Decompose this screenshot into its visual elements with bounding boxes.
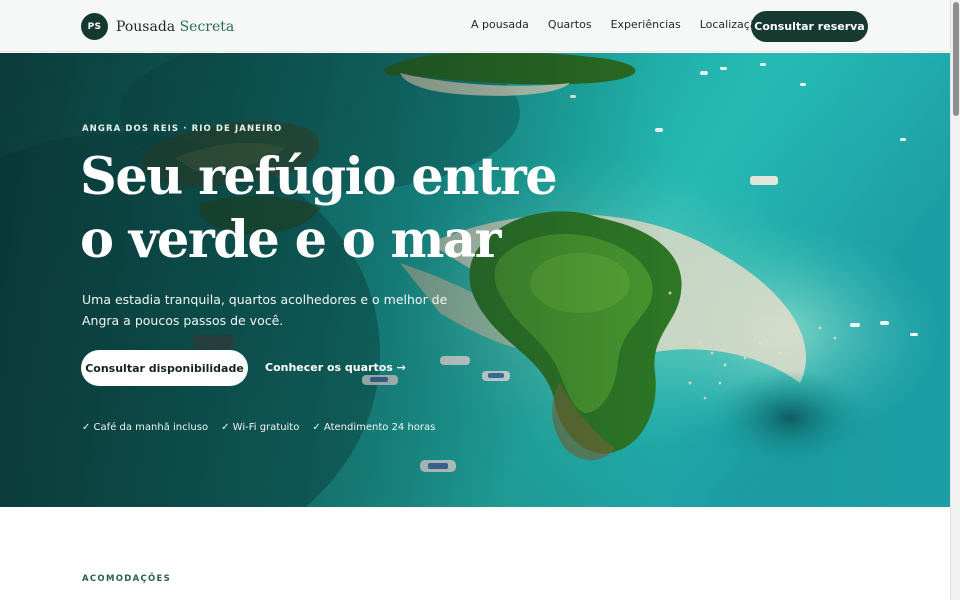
consultar-reserva-button[interactable]: Consultar reserva — [751, 11, 868, 42]
perk-atendimento: ✓ Atendimento 24 horas — [312, 422, 436, 433]
perk-wifi: ✓ Wi-Fi gratuito — [221, 422, 300, 433]
hero-title: Seu refúgio entre o verde e o mar — [80, 147, 558, 270]
accommodations-section-label: ACOMODAÇÕES — [82, 574, 172, 584]
nav-link-quartos[interactable]: Quartos — [548, 18, 592, 31]
brand-name-main: Pousada — [116, 18, 176, 35]
conhecer-quartos-link[interactable]: Conhecer os quartos → — [265, 361, 406, 374]
hero-section: ANGRA DOS REIS · RIO DE JANEIRO Seu refú… — [0, 53, 950, 507]
nav-link-experiencias[interactable]: Experiências — [611, 18, 681, 31]
site-header: PS Pousada Secreta A pousada Quartos Exp… — [0, 0, 950, 52]
main-nav: A pousada Quartos Experiências Localizaç… — [471, 18, 782, 31]
perk-cafe-da-manha: ✓ Café da manhã incluso — [82, 422, 209, 433]
hero-description: Uma estadia tranquila, quartos acolhedor… — [82, 292, 448, 328]
page-scrollbar[interactable] — [950, 0, 960, 600]
brand-logo[interactable]: PS Pousada Secreta — [81, 13, 234, 40]
brand-name: Pousada Secreta — [116, 19, 234, 35]
consultar-disponibilidade-button[interactable]: Consultar disponibilidade — [81, 350, 248, 386]
hero-overlay — [0, 53, 950, 507]
logo-badge: PS — [81, 13, 108, 40]
hero-eyebrow-location: ANGRA DOS REIS · RIO DE JANEIRO — [82, 124, 283, 134]
brand-name-accent: Secreta — [179, 18, 235, 35]
scrollbar-thumb[interactable] — [953, 2, 959, 116]
hero-perks-list: ✓ Café da manhã incluso ✓ Wi-Fi gratuito… — [82, 422, 448, 433]
nav-link-a-pousada[interactable]: A pousada — [471, 18, 529, 31]
